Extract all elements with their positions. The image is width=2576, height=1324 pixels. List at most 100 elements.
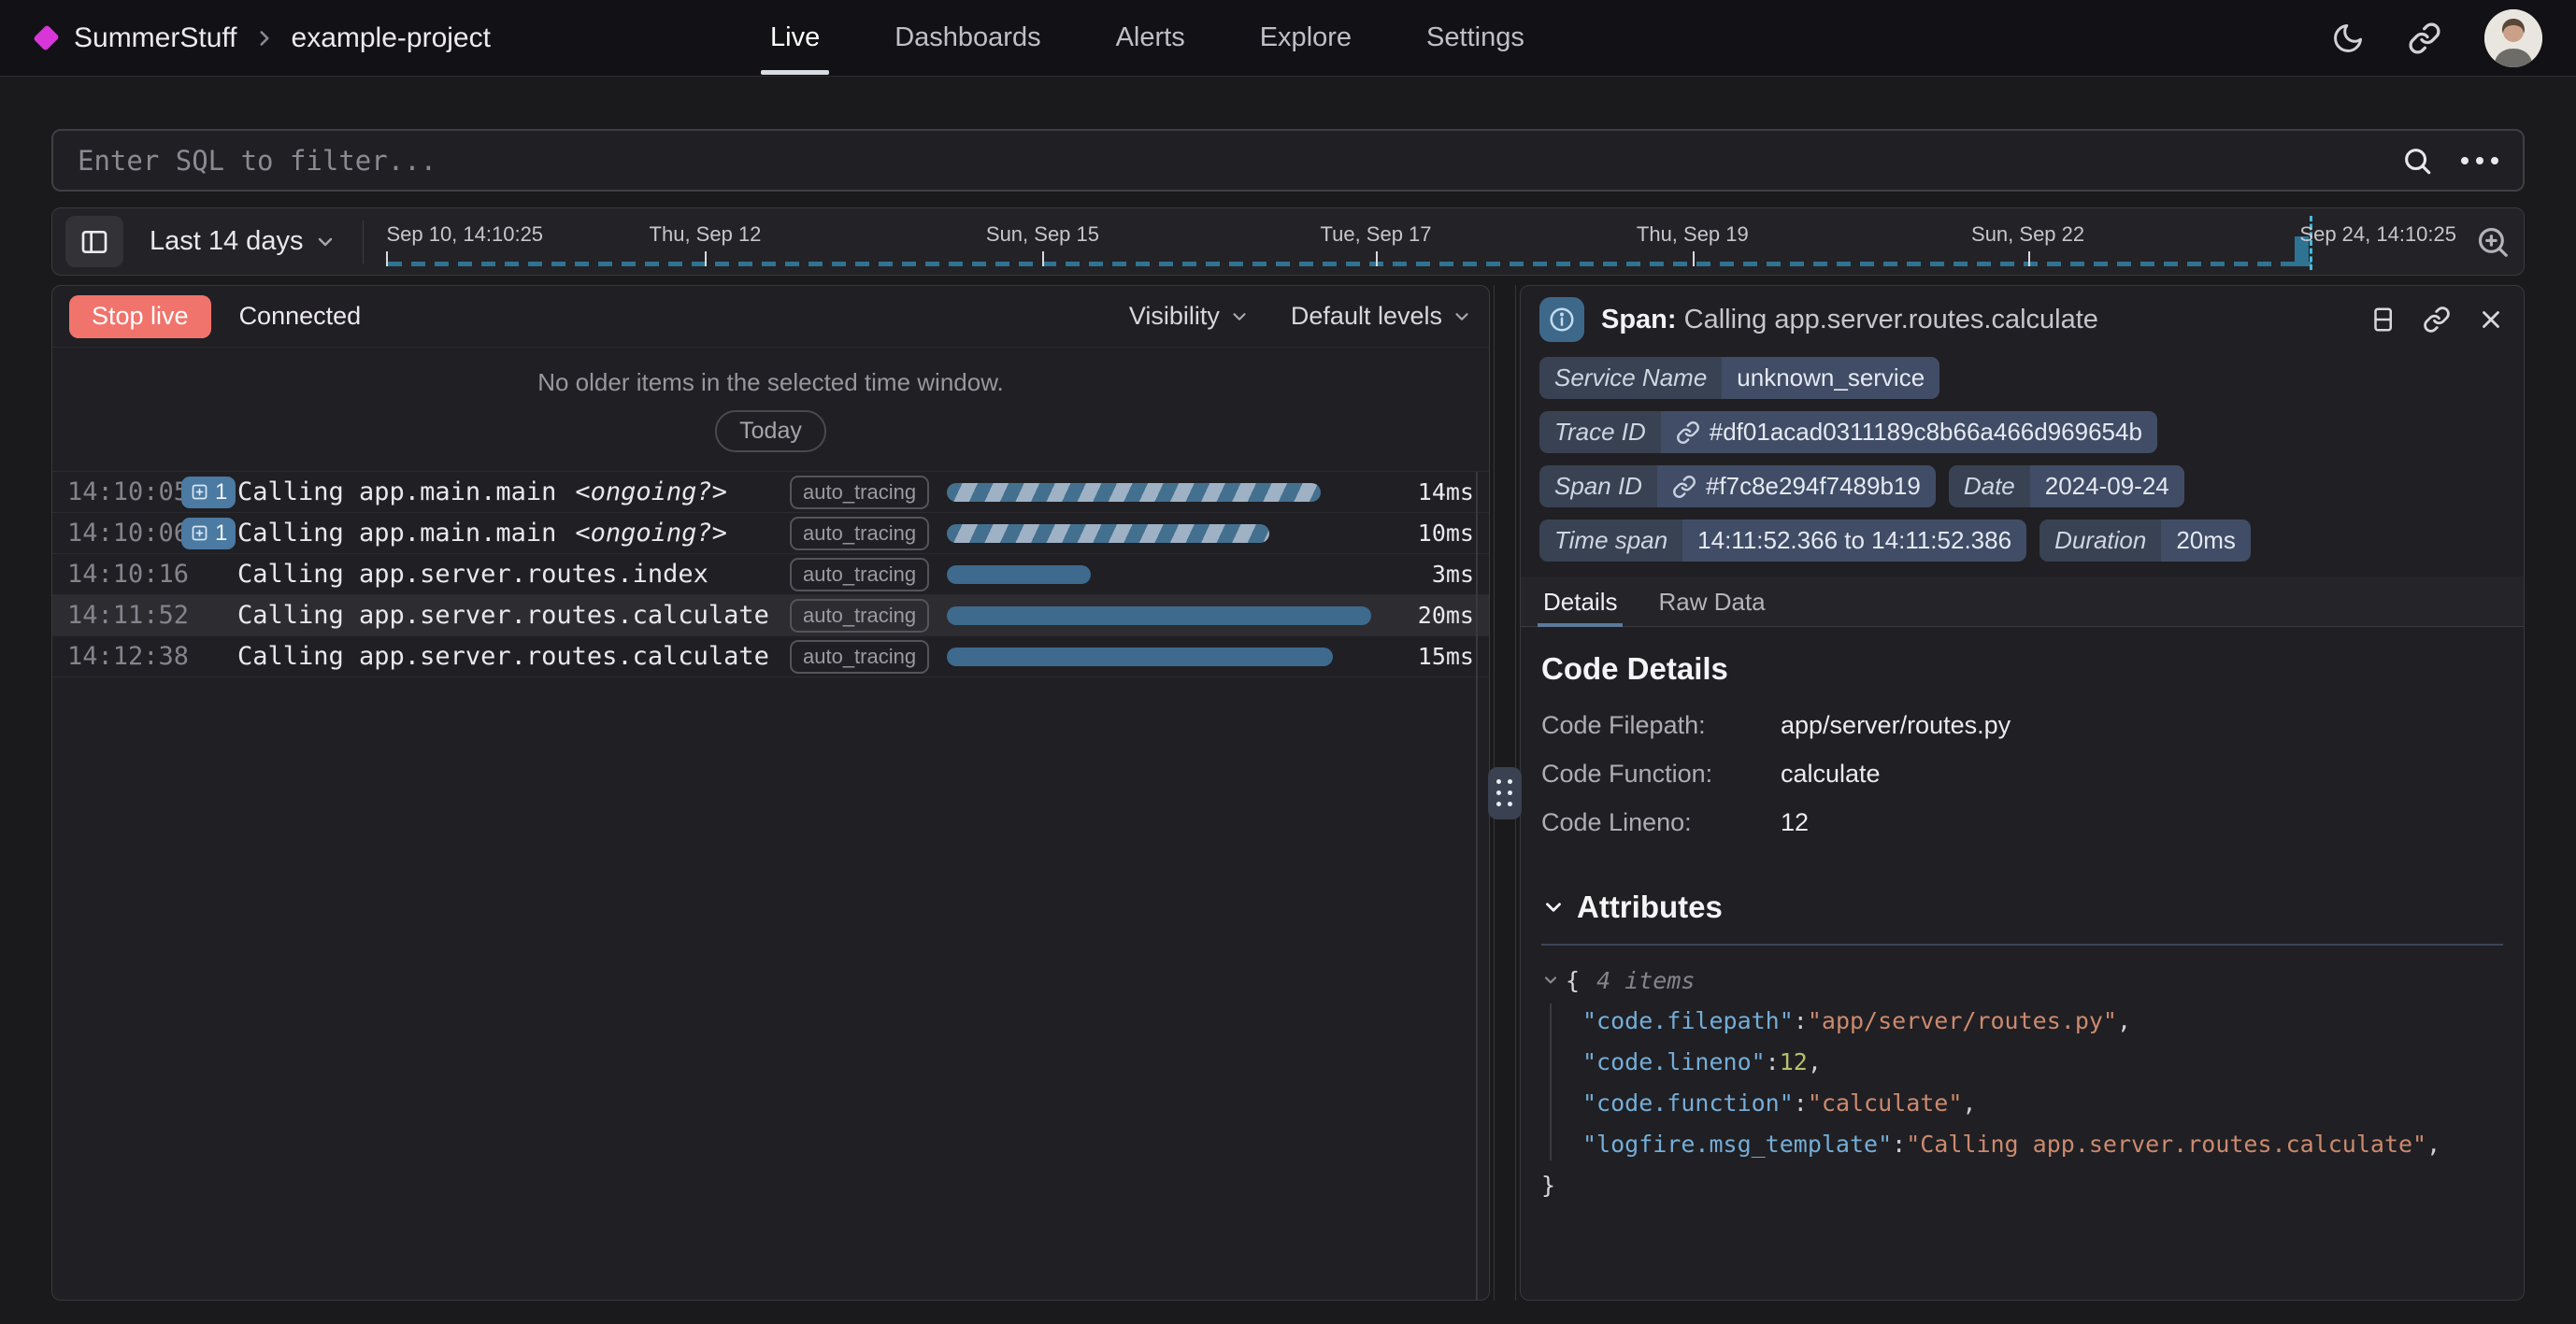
chip-row: Service Name unknown_service [1539, 357, 2505, 399]
collapse-chevron-icon[interactable] [1541, 971, 1560, 989]
tab-alerts[interactable]: Alerts [1114, 1, 1187, 75]
sidebar-panel-icon [79, 227, 109, 257]
chip-service-name[interactable]: Service Name unknown_service [1539, 357, 1939, 399]
tab-raw-data[interactable]: Raw Data [1656, 577, 1767, 626]
timeline-date-label: Sep 24, 14:10:25 [2299, 222, 2456, 247]
span-row[interactable]: 14:11:52Calling app.server.routes.calcul… [52, 595, 1489, 636]
sql-filter-input[interactable]: Enter SQL to filter... [51, 129, 2525, 192]
detail-tabs: Details Raw Data [1521, 577, 2524, 627]
avatar[interactable] [2484, 9, 2542, 67]
row-duration-bar-cell [947, 648, 1386, 666]
tab-details[interactable]: Details [1541, 577, 1619, 626]
chip-span-id[interactable]: Span ID#f7c8e294f7489b19 [1539, 465, 1936, 507]
code-detail-label: Code Lineno: [1541, 808, 1781, 837]
row-message: Calling app.server.routes.calculate [237, 642, 790, 671]
tag-auto-tracing[interactable]: auto_tracing [790, 640, 929, 674]
project-name[interactable]: example-project [292, 22, 491, 54]
zoom-in-button[interactable] [2475, 224, 2511, 260]
chip-value-text: unknown_service [1737, 363, 1925, 392]
span-detail-panel: Span: Calling app.server.routes.calculat… [1520, 285, 2525, 1301]
row-duration: 3ms [1386, 561, 1474, 588]
row-timestamp: 14:12:38 [67, 642, 181, 671]
json-key: "code.filepath" [1582, 1007, 1794, 1034]
code-detail-label: Code Filepath: [1541, 711, 1781, 740]
org-name[interactable]: SummerStuff [74, 22, 237, 54]
chip-row: Trace ID#df01acad0311189c8b66a466d969654… [1539, 411, 2505, 453]
timeline-activity-dashes [388, 262, 2311, 266]
attributes-json-viewer: { 4 items "code.filepath": "app/server/r… [1541, 961, 2503, 1205]
json-root-line[interactable]: { 4 items [1541, 961, 2503, 1000]
tab-explore[interactable]: Explore [1258, 1, 1353, 75]
chip-value: unknown_service [1722, 357, 1939, 399]
span-count-badge: 1 [181, 477, 236, 508]
share-link-icon[interactable] [2408, 21, 2441, 55]
chevron-down-icon [314, 231, 336, 253]
code-detail-value: 12 [1781, 808, 2503, 837]
duration-bar [947, 524, 1269, 543]
row-icon-cell: 1 [181, 477, 237, 508]
timeline-date-label: Sun, Sep 22 [1971, 222, 2084, 247]
copy-link-icon[interactable] [2423, 306, 2451, 334]
duration-bar [947, 648, 1333, 666]
json-body: "code.filepath": "app/server/routes.py",… [1541, 1000, 2503, 1164]
tag-auto-tracing[interactable]: auto_tracing [790, 599, 929, 633]
span-count: 1 [215, 479, 227, 505]
json-key: "logfire.msg_template" [1582, 1131, 1892, 1158]
nav-right [2331, 9, 2542, 67]
row-icon-cell [181, 648, 237, 665]
row-tag-cell: auto_tracing [790, 558, 947, 591]
code-detail-value: app/server/routes.py [1781, 711, 2503, 740]
span-row[interactable]: 14:10:051Calling app.main.main<ongoing?>… [52, 472, 1489, 513]
sidebar-toggle-button[interactable] [65, 216, 123, 267]
row-icon-cell [181, 566, 237, 583]
tag-auto-tracing[interactable]: auto_tracing [790, 517, 929, 550]
json-attribute-line: "code.function": "calculate", [1582, 1082, 2503, 1123]
span-row[interactable]: 14:10:061Calling app.main.main<ongoing?>… [52, 513, 1489, 554]
attributes-heading[interactable]: Attributes [1541, 890, 2503, 925]
tab-live[interactable]: Live [768, 1, 822, 75]
visibility-dropdown[interactable]: Visibility [1129, 302, 1250, 331]
code-details-heading: Code Details [1541, 651, 2503, 687]
tab-settings[interactable]: Settings [1424, 1, 1526, 75]
chip-value: #df01acad0311189c8b66a466d969654b [1661, 411, 2157, 453]
split-view-icon[interactable] [2368, 306, 2397, 334]
search-icon[interactable] [2401, 145, 2433, 177]
row-message: Calling app.main.main<ongoing?> [237, 519, 790, 548]
span-row[interactable]: 14:10:16Calling app.server.routes.indexa… [52, 554, 1489, 595]
info-circle-icon [1548, 306, 1576, 334]
tag-auto-tracing[interactable]: auto_tracing [790, 558, 929, 591]
link-icon [1676, 420, 1700, 445]
timeline-tick [2028, 251, 2030, 266]
tag-auto-tracing[interactable]: auto_tracing [790, 476, 929, 509]
panel-splitter [1490, 285, 1520, 1301]
timeline-tick [1042, 251, 1044, 266]
more-options-icon[interactable] [2461, 157, 2498, 164]
app-root: SummerStuff example-project Live Dashboar… [0, 0, 2576, 1301]
default-levels-dropdown[interactable]: Default levels [1291, 302, 1472, 331]
today-button[interactable]: Today [715, 410, 826, 452]
chip-date[interactable]: Date2024-09-24 [1949, 465, 2184, 507]
timeline-date-label: Sep 10, 14:10:25 [386, 222, 543, 247]
chip-row: Span ID#f7c8e294f7489b19 Date2024-09-24 [1539, 465, 2505, 507]
json-colon: : [1794, 1007, 1808, 1034]
chip-time-span[interactable]: Time span14:11:52.366 to 14:11:52.386 [1539, 520, 2026, 562]
chip-trace-id[interactable]: Trace ID#df01acad0311189c8b66a466d969654… [1539, 411, 2157, 453]
chip-duration[interactable]: Duration20ms [2039, 520, 2251, 562]
json-value: 12 [1780, 1048, 1808, 1075]
breadcrumb: SummerStuff example-project [34, 22, 491, 54]
timeline-track[interactable]: Sep 10, 14:10:25Thu, Sep 12Sun, Sep 15Tu… [386, 208, 2456, 275]
chip-label: Service Name [1539, 357, 1722, 399]
chip-value-text: 14:11:52.366 to 14:11:52.386 [1697, 526, 2011, 555]
row-duration-bar-cell [947, 524, 1386, 543]
span-row[interactable]: 14:12:38 Calling app.server.routes.calcul… [52, 636, 1489, 677]
close-icon[interactable] [2477, 306, 2505, 334]
tab-dashboards[interactable]: Dashboards [893, 1, 1042, 75]
live-feed-header: Stop live Connected Visibility Default l… [52, 286, 1489, 348]
splitter-grip-handle[interactable] [1488, 767, 1522, 819]
plus-square-icon [190, 482, 209, 502]
dark-mode-moon-icon[interactable] [2331, 21, 2365, 55]
stop-live-button[interactable]: Stop live [69, 295, 211, 338]
row-message: Calling app.server.routes.index [237, 560, 790, 589]
time-range-dropdown[interactable]: Last 14 days [150, 226, 336, 257]
scrollbar-track[interactable] [1476, 472, 1478, 1300]
